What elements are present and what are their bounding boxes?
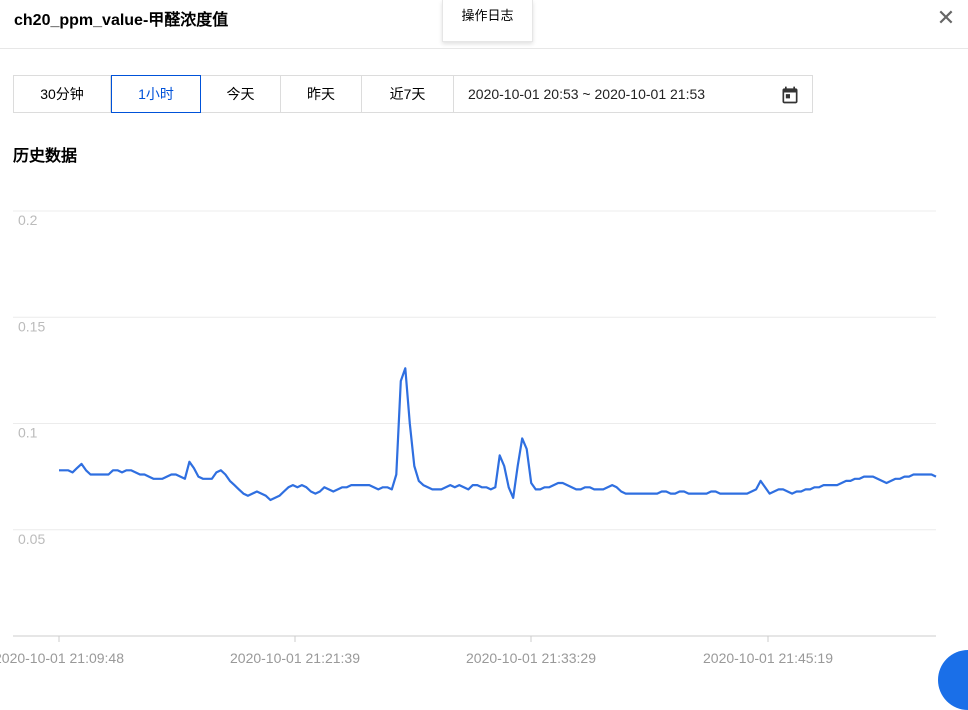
time-range-group: 30分钟 1小时 今天 昨天 近7天 <box>13 75 454 113</box>
history-line-chart: 0.2 0.15 0.1 0.05 2020-10-01 21:09:48 2020-10… <box>0 210 937 666</box>
x-tick-label: 2020-10-01 21:45:19 <box>703 650 833 666</box>
range-yesterday-button[interactable]: 昨天 <box>281 75 362 113</box>
date-range-text: 2020-10-01 20:53 ~ 2020-10-01 21:53 <box>468 86 706 102</box>
date-range-picker[interactable]: 2020-10-01 20:53 ~ 2020-10-01 21:53 <box>454 75 813 113</box>
y-tick-label: 0.2 <box>18 212 38 228</box>
calendar-icon[interactable] <box>780 85 800 105</box>
x-tick-label: 2020-10-01 21:09:48 <box>0 650 124 666</box>
range-30min-button[interactable]: 30分钟 <box>13 75 111 113</box>
x-tick-label: 2020-10-01 21:33:29 <box>466 650 596 666</box>
operation-log-tab[interactable]: 操作日志 <box>442 0 533 42</box>
y-tick-label: 0.05 <box>18 531 45 547</box>
x-tick-label: 2020-10-01 21:21:39 <box>230 650 360 666</box>
range-today-button[interactable]: 今天 <box>201 75 281 113</box>
y-tick-label: 0.15 <box>18 318 45 334</box>
y-tick-label: 0.1 <box>18 425 38 441</box>
dialog-title: ch20_ppm_value-甲醛浓度值 <box>14 12 229 29</box>
header-divider <box>0 48 968 49</box>
range-1hour-button[interactable]: 1小时 <box>111 75 201 113</box>
range-7days-button[interactable]: 近7天 <box>362 75 454 113</box>
section-title: 历史数据 <box>13 148 78 165</box>
series-line <box>59 367 937 502</box>
close-icon[interactable]: ✕ <box>936 7 956 29</box>
